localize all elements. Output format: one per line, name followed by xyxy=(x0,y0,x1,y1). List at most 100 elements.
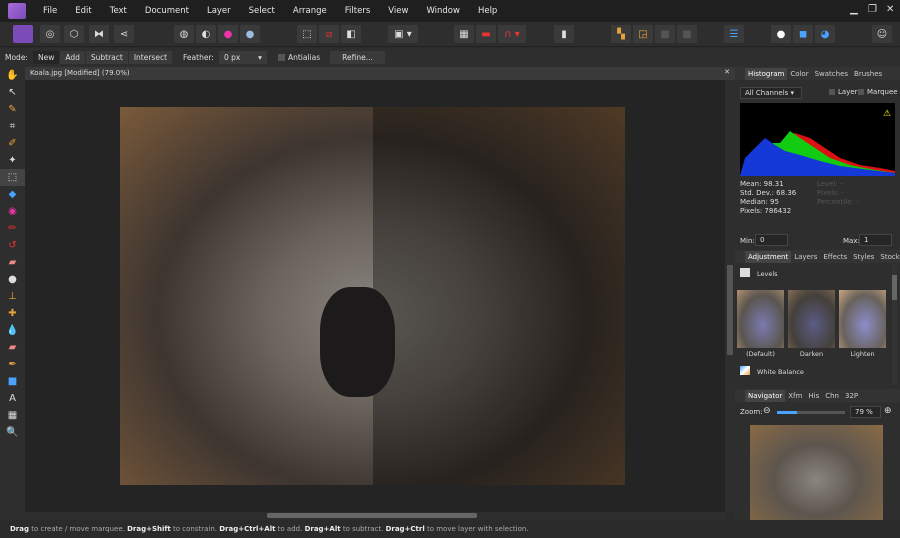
minimize-icon[interactable]: ▁ xyxy=(850,4,858,15)
liquify-persona-icon[interactable]: ◎ xyxy=(40,25,60,43)
flood-select-tool-icon[interactable]: ✦ xyxy=(0,152,25,169)
align-icon[interactable]: ☰ xyxy=(724,25,744,43)
boolean-add-icon[interactable]: ● xyxy=(771,25,791,43)
tab-color[interactable]: Color xyxy=(787,68,811,80)
zoom-slider[interactable] xyxy=(777,411,845,414)
close-icon[interactable]: ✕ xyxy=(886,4,894,15)
tab-navigator[interactable]: Navigator xyxy=(745,389,786,402)
levels-icon[interactable]: ◍ xyxy=(174,25,194,43)
channel-select[interactable]: All Channels ▾ xyxy=(740,87,802,99)
tab-stock[interactable]: Stock xyxy=(877,251,900,263)
boolean-intersect-icon[interactable]: ◕ xyxy=(815,25,835,43)
mode-new[interactable]: New xyxy=(32,51,60,64)
canvas[interactable] xyxy=(25,80,725,512)
menu-window[interactable]: Window xyxy=(426,6,460,16)
pen-tool-icon[interactable]: ✒ xyxy=(0,356,25,373)
tab-adjustment[interactable]: Adjustment xyxy=(745,250,792,263)
deselect-icon[interactable]: ⧄ xyxy=(319,25,339,43)
mode-intersect[interactable]: Intersect xyxy=(128,51,173,64)
adjustment-scrollbar[interactable] xyxy=(892,265,897,385)
tab-swatches[interactable]: Swatches xyxy=(812,68,851,80)
marquee-checkbox[interactable] xyxy=(858,89,864,95)
shape-tool-icon[interactable]: ■ xyxy=(0,373,25,390)
preset-default[interactable]: (Default) xyxy=(737,290,784,358)
erase-brush-tool-icon[interactable]: ▰ xyxy=(0,254,25,271)
tone-mapping-persona-icon[interactable]: ⧓ xyxy=(89,25,109,43)
tab-xfm[interactable]: Xfm xyxy=(785,390,805,402)
tab-styles[interactable]: Styles xyxy=(850,251,877,263)
zoom-tool-icon[interactable]: 🔍 xyxy=(0,424,25,441)
assistant-icon[interactable]: ▮ xyxy=(554,25,574,43)
tab-layers[interactable]: Layers xyxy=(791,251,820,263)
color-replacement-tool-icon[interactable]: ↺ xyxy=(0,237,25,254)
tab-histogram[interactable]: Histogram xyxy=(745,67,788,80)
hand-tool-icon[interactable]: ✋ xyxy=(0,67,25,84)
menu-filters[interactable]: Filters xyxy=(345,6,370,16)
tab-32p[interactable]: 32P xyxy=(842,390,861,402)
horizontal-scrollbar[interactable] xyxy=(25,512,725,520)
preset-lighten[interactable]: Lighten xyxy=(839,290,886,358)
white-balance-icon[interactable]: ● xyxy=(240,25,260,43)
close-document-icon[interactable]: ✕ xyxy=(724,68,730,76)
levels-item[interactable]: Levels xyxy=(757,270,778,278)
menu-file[interactable]: File xyxy=(43,6,57,16)
zoom-out-icon[interactable]: ⊖ xyxy=(763,406,771,416)
photo-persona-icon[interactable] xyxy=(13,25,33,43)
refine-button[interactable]: Refine... xyxy=(330,51,385,64)
dodge-tool-icon[interactable]: ● xyxy=(0,271,25,288)
toggle-icon[interactable]: ▬ xyxy=(476,25,496,43)
marquee-icon[interactable]: ⬚ xyxy=(297,25,317,43)
paint-brush-tool-icon[interactable]: ✏ xyxy=(0,220,25,237)
text-tool-icon[interactable]: A xyxy=(0,390,25,407)
restore-icon[interactable]: ❐ xyxy=(868,4,877,15)
flood-fill-tool-icon[interactable]: ◆ xyxy=(0,186,25,203)
arrange-front-icon[interactable]: ■ xyxy=(655,25,675,43)
tab-effects[interactable]: Effects xyxy=(820,251,850,263)
crop-tool-icon[interactable]: ⌗ xyxy=(0,118,25,135)
hue-icon[interactable]: ● xyxy=(218,25,238,43)
arrange-forward-icon[interactable]: ◲ xyxy=(633,25,653,43)
marquee-tool-icon[interactable]: ⬚ xyxy=(0,169,25,186)
preset-darken[interactable]: Darken xyxy=(788,290,835,358)
min-input[interactable]: 0 xyxy=(755,234,788,246)
layer-checkbox[interactable] xyxy=(829,89,835,95)
menu-help[interactable]: Help xyxy=(478,6,497,16)
menu-text[interactable]: Text xyxy=(110,6,127,16)
grid-snap-icon[interactable]: ▦ xyxy=(454,25,474,43)
navigator-preview[interactable] xyxy=(750,425,883,525)
max-input[interactable]: 1 xyxy=(859,234,892,246)
arrange-back-icon[interactable]: ▚ xyxy=(611,25,631,43)
menu-select[interactable]: Select xyxy=(249,6,275,16)
menu-view[interactable]: View xyxy=(388,6,408,16)
zoom-in-icon[interactable]: ⊕ xyxy=(884,406,892,416)
mode-add[interactable]: Add xyxy=(60,51,85,64)
contrast-icon[interactable]: ◐ xyxy=(196,25,216,43)
clone-tool-icon[interactable]: ⊥ xyxy=(0,288,25,305)
arrange-bottom-icon[interactable]: ■ xyxy=(677,25,697,43)
tab-his[interactable]: His xyxy=(805,390,822,402)
vertical-scrollbar[interactable] xyxy=(725,80,735,512)
quick-mask-icon[interactable]: ▣ ▾ xyxy=(388,25,418,43)
snapping-magnet-icon[interactable]: ∩ ▾ xyxy=(498,25,526,43)
selection-brush-tool-icon[interactable]: ✐ xyxy=(0,135,25,152)
user-account-icon[interactable]: ☺ xyxy=(872,25,892,43)
feather-input[interactable]: 0 px ▾ xyxy=(218,51,267,64)
blur-tool-icon[interactable]: 💧 xyxy=(0,322,25,339)
export-persona-icon[interactable]: ⋖ xyxy=(114,25,134,43)
document-tab[interactable]: Koala.jpg [Modified] (79.0%) ✕ xyxy=(25,67,735,80)
move-tool-icon[interactable]: ↖ xyxy=(0,84,25,101)
zoom-input[interactable]: 79 % xyxy=(850,406,881,418)
smudge-tool-icon[interactable]: ▰ xyxy=(0,339,25,356)
tab-brushes[interactable]: Brushes xyxy=(851,68,885,80)
mode-subtract[interactable]: Subtract xyxy=(85,51,128,64)
develop-persona-icon[interactable]: ⬡ xyxy=(64,25,84,43)
menu-layer[interactable]: Layer xyxy=(207,6,231,16)
boolean-subtract-icon[interactable]: ◼ xyxy=(793,25,813,43)
color-picker-tool-icon[interactable]: ✎ xyxy=(0,101,25,118)
healing-brush-tool-icon[interactable]: ✚ xyxy=(0,305,25,322)
tab-chn[interactable]: Chn xyxy=(822,390,842,402)
menu-edit[interactable]: Edit xyxy=(75,6,91,16)
antialias-checkbox[interactable] xyxy=(277,54,285,61)
mesh-warp-tool-icon[interactable]: ▦ xyxy=(0,407,25,424)
menu-document[interactable]: Document xyxy=(145,6,189,16)
